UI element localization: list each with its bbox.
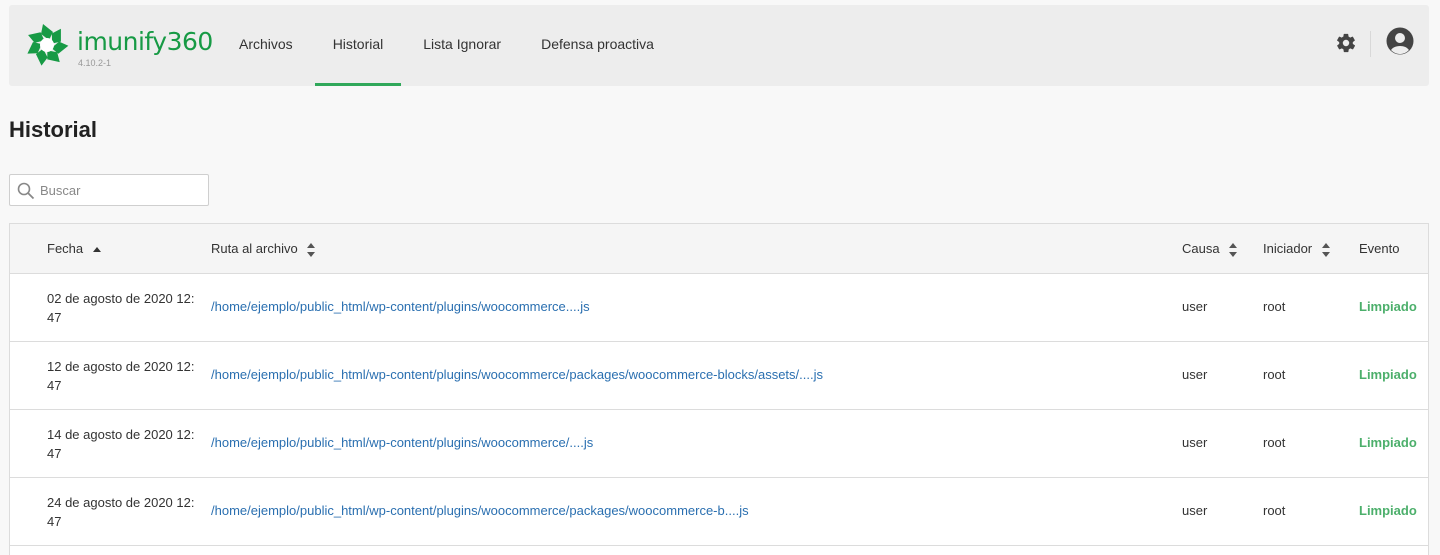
- table-header: Fecha Ruta al archivo Causa Iniciador Ev…: [10, 224, 1428, 274]
- top-navigation-bar: imunify360 4.10.2-1 Archivos Historial L…: [9, 5, 1429, 86]
- row-date: 12 de agosto de 2020 12:47: [47, 359, 195, 393]
- row-file-path-link[interactable]: /home/ejemplo/public_html/wp-content/plu…: [211, 367, 823, 382]
- column-header-iniciador[interactable]: Iniciador: [1263, 224, 1330, 274]
- row-cause: user: [1182, 435, 1208, 450]
- user-avatar-icon[interactable]: [1386, 27, 1414, 55]
- row-file-path-link[interactable]: /home/ejemplo/public_html/wp-content/plu…: [211, 299, 590, 314]
- row-initiator: root: [1263, 367, 1286, 382]
- sort-icon: [1321, 242, 1330, 257]
- row-file-path-link[interactable]: /home/ejemplo/public_html/wp-content/plu…: [211, 503, 749, 518]
- row-cause: user: [1182, 503, 1208, 518]
- row-event-status: Limpiado: [1359, 503, 1417, 518]
- gear-icon[interactable]: [1335, 32, 1357, 54]
- row-date: 24 de agosto de 2020 12:47: [47, 495, 195, 529]
- row-cause: user: [1182, 367, 1208, 382]
- column-header-ruta[interactable]: Ruta al archivo: [211, 224, 316, 274]
- table-row[interactable]: 02 de agosto de 2020 12:47 /home/ejemplo…: [10, 274, 1428, 342]
- app-version: 4.10.2-1: [78, 58, 112, 68]
- imunify360-logo[interactable]: imunify360 4.10.2-1: [23, 21, 213, 73]
- history-table: Fecha Ruta al archivo Causa Iniciador Ev…: [9, 223, 1429, 555]
- main-nav: Archivos Historial Lista Ignorar Defensa…: [221, 5, 676, 86]
- row-date: 02 de agosto de 2020 12:47: [47, 291, 195, 325]
- logo-text: imunify360: [77, 27, 213, 56]
- tab-lista-ignorar[interactable]: Lista Ignorar: [405, 5, 519, 86]
- table-row[interactable]: 14 de agosto de 2020 12:47 /home/ejemplo…: [10, 410, 1428, 478]
- column-header-causa[interactable]: Causa: [1182, 224, 1238, 274]
- column-header-evento: Evento: [1359, 241, 1400, 256]
- search-icon: [17, 182, 35, 200]
- row-event-status: Limpiado: [1359, 435, 1417, 450]
- row-initiator: root: [1263, 503, 1286, 518]
- row-event-status: Limpiado: [1359, 367, 1417, 382]
- row-date: 14 de agosto de 2020 12:47: [47, 427, 195, 461]
- row-initiator: root: [1263, 299, 1286, 314]
- tab-archivos[interactable]: Archivos: [221, 5, 311, 86]
- sort-icon: [1229, 242, 1238, 257]
- tab-historial[interactable]: Historial: [314, 5, 402, 86]
- page-title: Historial: [9, 117, 98, 142]
- sort-ascending-icon: [92, 246, 101, 252]
- column-header-fecha[interactable]: Fecha: [47, 224, 101, 274]
- toolbar-divider: [1370, 31, 1371, 57]
- search-input[interactable]: [40, 175, 205, 205]
- search-box: [9, 174, 209, 206]
- row-file-path-link[interactable]: /home/ejemplo/public_html/wp-content/plu…: [211, 435, 593, 450]
- sort-icon: [307, 242, 316, 257]
- tab-defensa-proactiva[interactable]: Defensa proactiva: [523, 5, 672, 86]
- table-row[interactable]: 24 de agosto de 2020 12:47 /home/ejemplo…: [10, 478, 1428, 546]
- row-initiator: root: [1263, 435, 1286, 450]
- row-cause: user: [1182, 299, 1208, 314]
- imunify-star-logo-icon: [25, 24, 69, 67]
- row-event-status: Limpiado: [1359, 299, 1417, 314]
- table-row[interactable]: 12 de agosto de 2020 12:47 /home/ejemplo…: [10, 342, 1428, 410]
